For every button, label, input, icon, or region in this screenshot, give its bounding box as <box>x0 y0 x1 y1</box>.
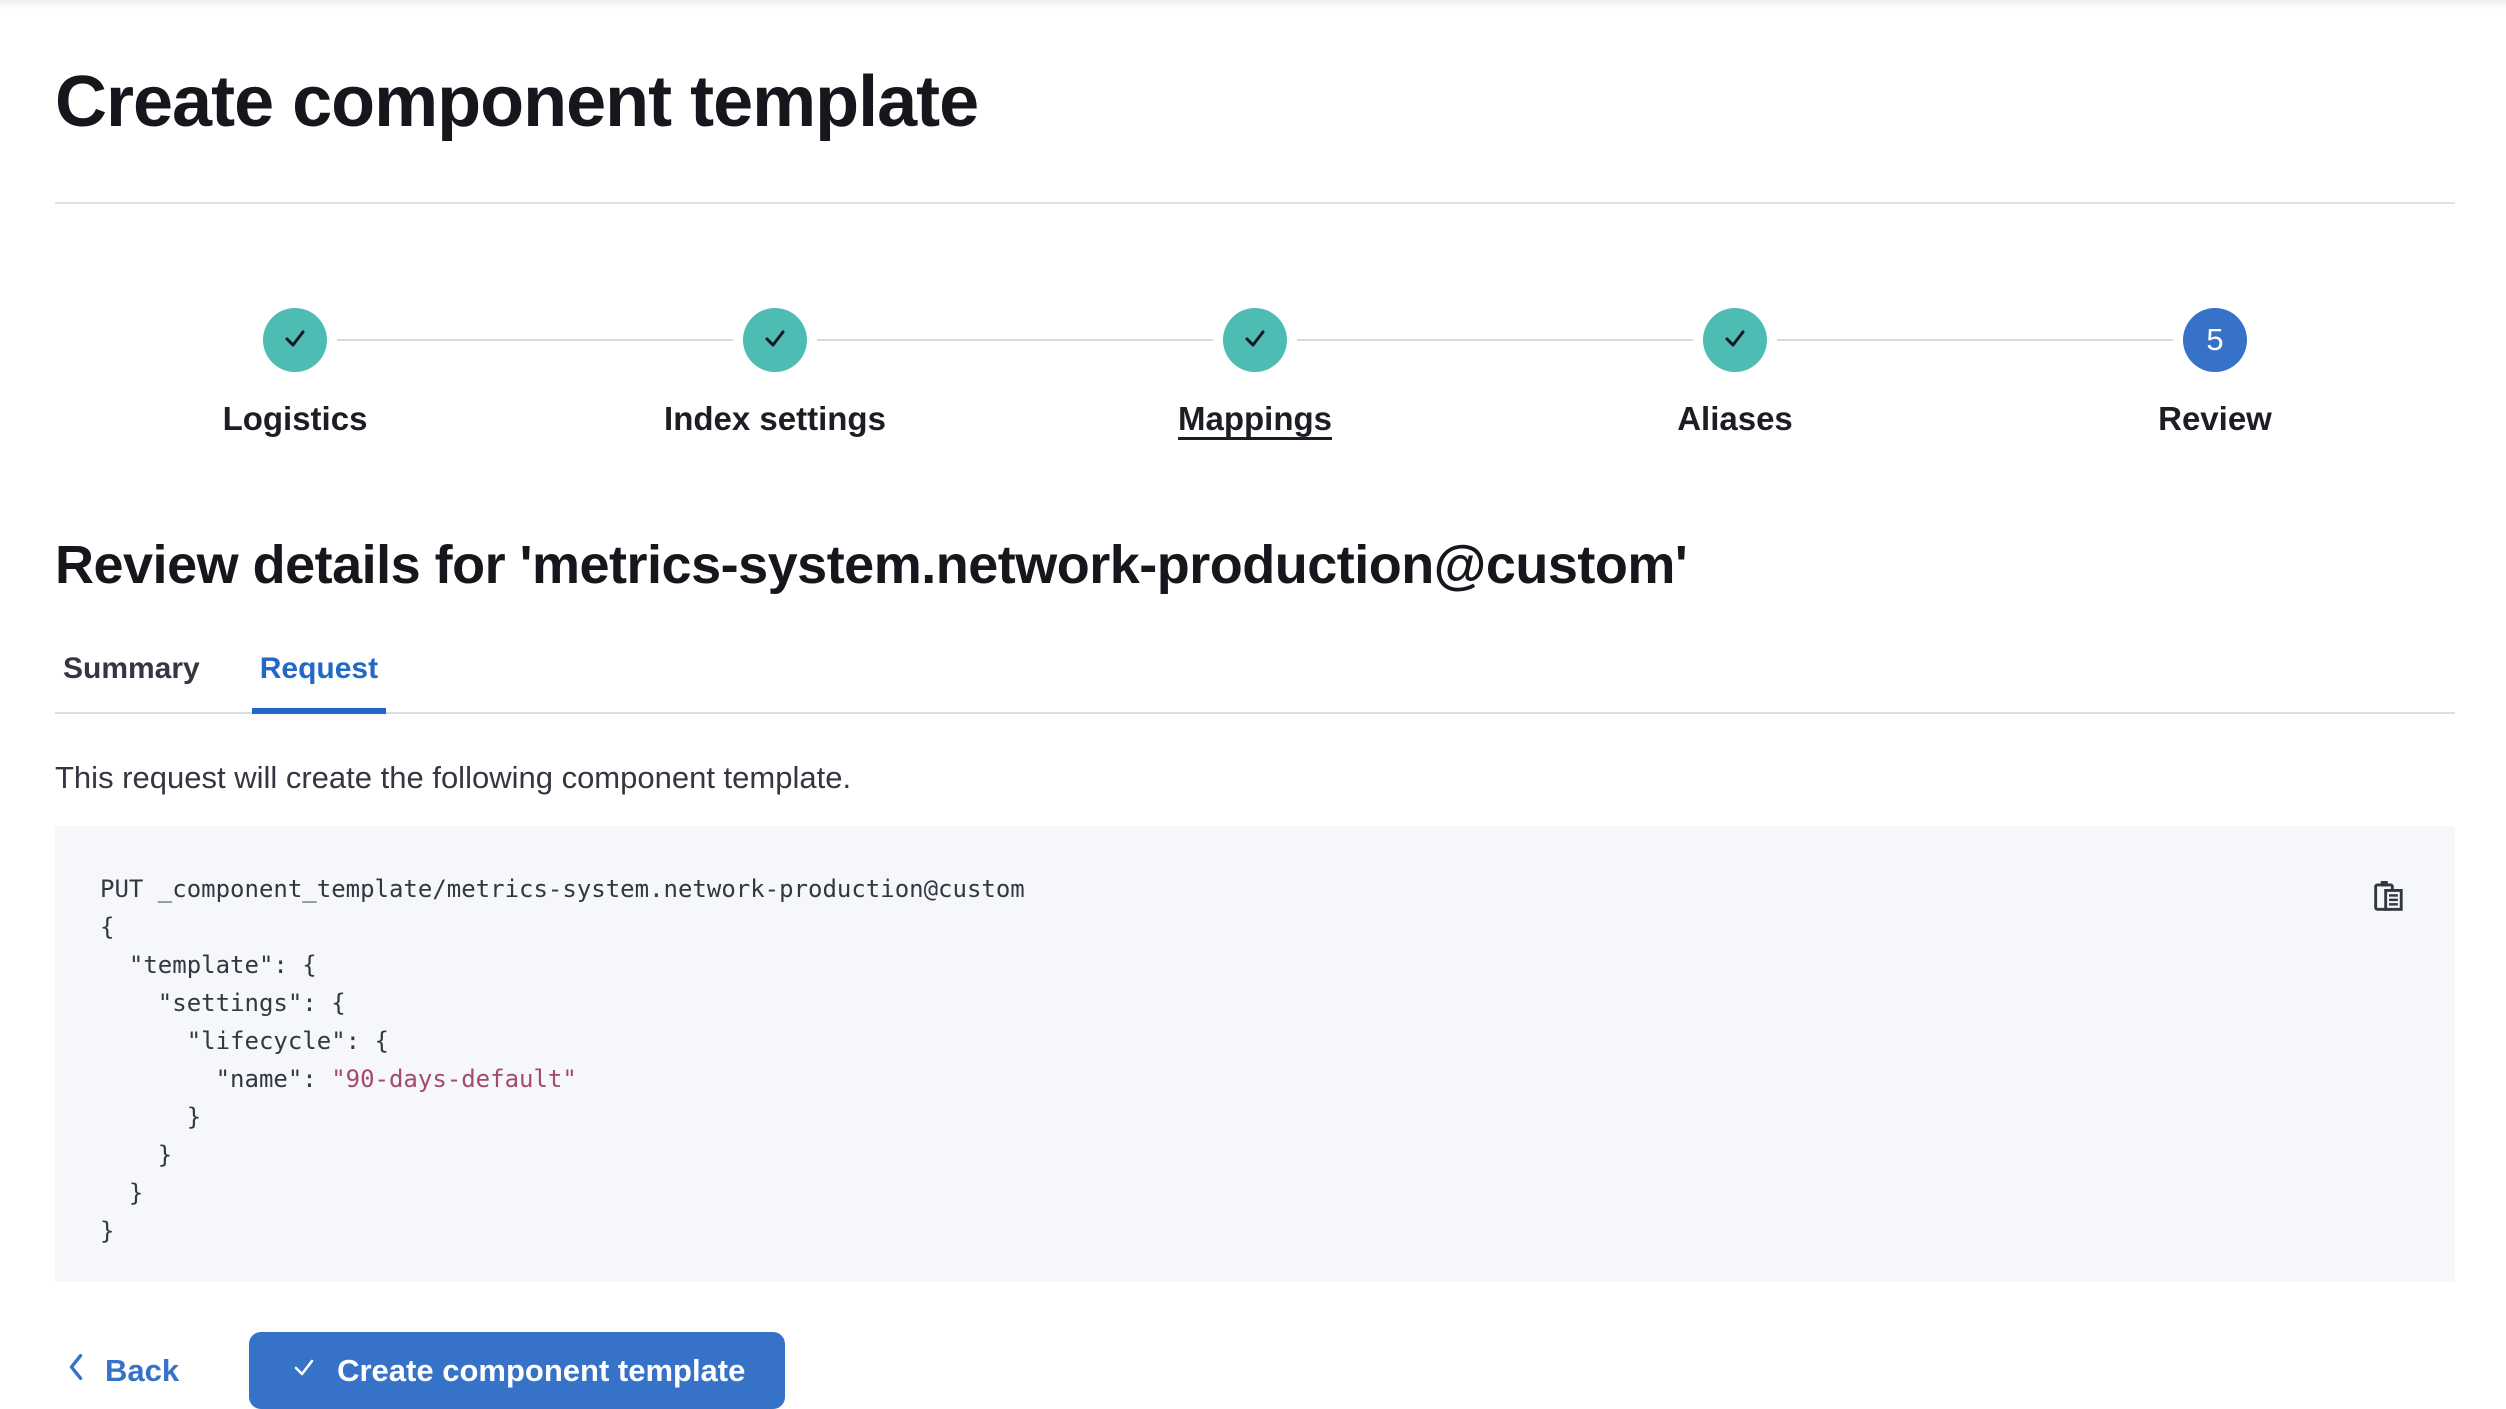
tabs: Summary Request <box>55 652 2455 714</box>
review-heading: Review details for 'metrics-system.netwo… <box>55 534 2455 596</box>
back-button[interactable]: Back <box>55 1350 187 1392</box>
step-circle-complete <box>1703 308 1767 372</box>
code-string-value: "90-days-default" <box>331 1065 577 1093</box>
copy-button[interactable] <box>2369 876 2409 916</box>
check-icon <box>279 322 311 359</box>
code-line: PUT _component_template/metrics-system.n… <box>100 870 2335 908</box>
step-label: Mappings <box>1178 400 1332 438</box>
copy-clipboard-icon <box>2369 904 2409 919</box>
create-component-template-button[interactable]: Create component template <box>249 1332 785 1409</box>
check-icon <box>759 322 791 359</box>
code-line: } <box>100 1136 2335 1174</box>
page-title: Create component template <box>55 63 2455 142</box>
title-divider <box>55 202 2455 204</box>
create-button-label: Create component template <box>337 1353 745 1389</box>
code-line: { <box>100 908 2335 946</box>
step-review[interactable]: 5 Review <box>1975 308 2455 438</box>
back-button-label: Back <box>105 1353 179 1389</box>
code-line: } <box>100 1212 2335 1250</box>
code-line: "lifecycle": { <box>100 1022 2335 1060</box>
step-index-settings[interactable]: Index settings <box>535 308 1015 438</box>
code-line: } <box>100 1098 2335 1136</box>
request-code-block: PUT _component_template/metrics-system.n… <box>55 826 2455 1282</box>
footer-actions: Back Create component template <box>55 1332 2455 1409</box>
step-label: Index settings <box>664 400 886 438</box>
tab-request[interactable]: Request <box>252 652 386 712</box>
step-label: Aliases <box>1677 400 1793 438</box>
step-circle-complete <box>1223 308 1287 372</box>
chevron-left-icon <box>63 1350 89 1392</box>
step-logistics[interactable]: Logistics <box>55 308 535 438</box>
step-label: Logistics <box>223 400 368 438</box>
request-description: This request will create the following c… <box>55 760 2455 796</box>
step-circle-complete <box>263 308 327 372</box>
stepper: Logistics Index settings Mapping <box>55 308 2455 438</box>
code-line: "name": "90-days-default" <box>100 1060 2335 1098</box>
step-mappings[interactable]: Mappings <box>1015 308 1495 438</box>
code-line: "template": { <box>100 946 2335 984</box>
window-top-edge <box>0 0 2506 9</box>
check-icon <box>289 1352 319 1390</box>
check-icon <box>1239 322 1271 359</box>
step-circle-current: 5 <box>2183 308 2247 372</box>
step-number: 5 <box>2206 322 2223 358</box>
check-icon <box>1719 322 1751 359</box>
step-aliases[interactable]: Aliases <box>1495 308 1975 438</box>
step-label: Review <box>2158 400 2272 438</box>
create-component-template-page: Create component template Logistics <box>0 9 2506 1409</box>
step-circle-complete <box>743 308 807 372</box>
tab-summary[interactable]: Summary <box>55 652 208 712</box>
code-line: } <box>100 1174 2335 1212</box>
code-line: "settings": { <box>100 984 2335 1022</box>
